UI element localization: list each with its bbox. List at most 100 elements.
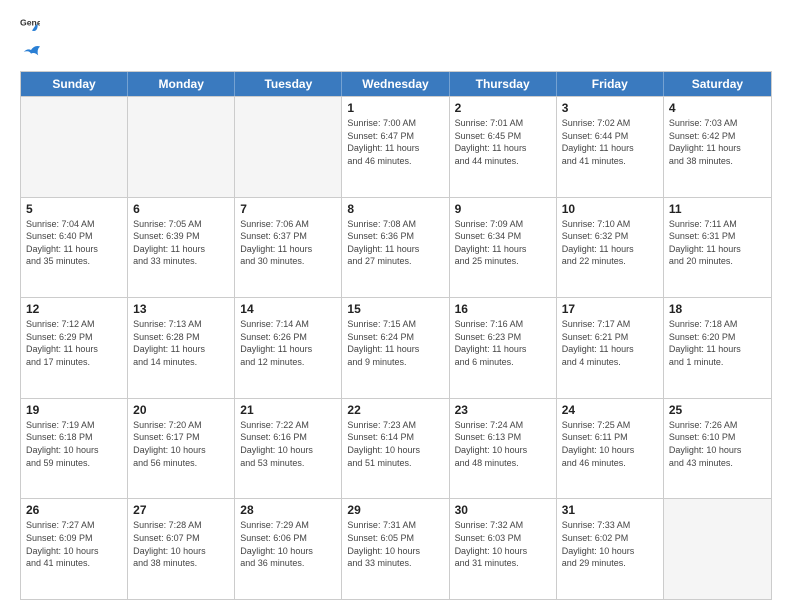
calendar-day-31: 31Sunrise: 7:33 AM Sunset: 6:02 PM Dayli… [557,499,664,599]
weekday-header-sunday: Sunday [21,72,128,96]
day-info: Sunrise: 7:02 AM Sunset: 6:44 PM Dayligh… [562,117,658,167]
weekday-header-saturday: Saturday [664,72,771,96]
weekday-header-friday: Friday [557,72,664,96]
day-number: 20 [133,403,229,417]
logo: General [20,16,40,61]
day-info: Sunrise: 7:06 AM Sunset: 6:37 PM Dayligh… [240,218,336,268]
day-info: Sunrise: 7:01 AM Sunset: 6:45 PM Dayligh… [455,117,551,167]
day-number: 9 [455,202,551,216]
day-info: Sunrise: 7:27 AM Sunset: 6:09 PM Dayligh… [26,519,122,569]
calendar-day-22: 22Sunrise: 7:23 AM Sunset: 6:14 PM Dayli… [342,399,449,499]
calendar: SundayMondayTuesdayWednesdayThursdayFrid… [20,71,772,600]
calendar-day-15: 15 Sunrise: 7:15 AM Sunset: 6:24 PM Dayli… [342,298,449,398]
calendar-week-3: 12 Sunrise: 7:12 AM Sunset: 6:29 PM Dayli… [21,297,771,398]
day-number: 8 [347,202,443,216]
weekday-header-thursday: Thursday [450,72,557,96]
day-number: 1 [347,101,443,115]
day-info: Sunrise: 7:17 AM Sunset: 6:21 PM Dayligh… [562,318,658,368]
day-number: 19 [26,403,122,417]
day-info: Sunrise: 7:22 AM Sunset: 6:16 PM Dayligh… [240,419,336,469]
calendar-empty-cell [235,97,342,197]
calendar-header: SundayMondayTuesdayWednesdayThursdayFrid… [21,72,771,96]
day-info: Sunrise: 7:05 AM Sunset: 6:39 PM Dayligh… [133,218,229,268]
calendar-day-12: 12 Sunrise: 7:12 AM Sunset: 6:29 PM Dayli… [21,298,128,398]
calendar-day-9: 9 Sunrise: 7:09 AM Sunset: 6:34 PM Daylig… [450,198,557,298]
day-info: Sunrise: 7:16 AM Sunset: 6:23 PM Dayligh… [455,318,551,368]
day-info: Sunrise: 7:23 AM Sunset: 6:14 PM Dayligh… [347,419,443,469]
calendar-empty-cell [21,97,128,197]
day-info: Sunrise: 7:24 AM Sunset: 6:13 PM Dayligh… [455,419,551,469]
day-info: Sunrise: 7:13 AM Sunset: 6:28 PM Dayligh… [133,318,229,368]
day-number: 16 [455,302,551,316]
day-number: 15 [347,302,443,316]
day-number: 11 [669,202,766,216]
calendar-week-2: 5 Sunrise: 7:04 AM Sunset: 6:40 PM Daylig… [21,197,771,298]
calendar-day-13: 13Sunrise: 7:13 AM Sunset: 6:28 PM Dayli… [128,298,235,398]
day-number: 26 [26,503,122,517]
calendar-day-29: 29 Sunrise: 7:31 AM Sunset: 6:05 PM Dayli… [342,499,449,599]
calendar-day-14: 14 Sunrise: 7:14 AM Sunset: 6:26 PM Dayli… [235,298,342,398]
calendar-week-4: 19Sunrise: 7:19 AM Sunset: 6:18 PM Dayli… [21,398,771,499]
calendar-empty-cell [664,499,771,599]
day-info: Sunrise: 7:15 AM Sunset: 6:24 PM Dayligh… [347,318,443,368]
day-info: Sunrise: 7:26 AM Sunset: 6:10 PM Dayligh… [669,419,766,469]
calendar-day-30: 30 Sunrise: 7:32 AM Sunset: 6:03 PM Dayli… [450,499,557,599]
day-number: 27 [133,503,229,517]
day-info: Sunrise: 7:03 AM Sunset: 6:42 PM Dayligh… [669,117,766,167]
day-number: 4 [669,101,766,115]
calendar-day-20: 20Sunrise: 7:20 AM Sunset: 6:17 PM Dayli… [128,399,235,499]
day-number: 3 [562,101,658,115]
day-info: Sunrise: 7:14 AM Sunset: 6:26 PM Dayligh… [240,318,336,368]
calendar-day-1: 1 Sunrise: 7:00 AM Sunset: 6:47 PM Daylig… [342,97,449,197]
calendar-day-7: 7 Sunrise: 7:06 AM Sunset: 6:37 PM Daylig… [235,198,342,298]
calendar-day-4: 4 Sunrise: 7:03 AM Sunset: 6:42 PM Daylig… [664,97,771,197]
calendar-day-25: 25 Sunrise: 7:26 AM Sunset: 6:10 PM Dayli… [664,399,771,499]
day-info: Sunrise: 7:08 AM Sunset: 6:36 PM Dayligh… [347,218,443,268]
day-info: Sunrise: 7:31 AM Sunset: 6:05 PM Dayligh… [347,519,443,569]
calendar-day-23: 23Sunrise: 7:24 AM Sunset: 6:13 PM Dayli… [450,399,557,499]
calendar-day-16: 16 Sunrise: 7:16 AM Sunset: 6:23 PM Dayli… [450,298,557,398]
day-info: Sunrise: 7:11 AM Sunset: 6:31 PM Dayligh… [669,218,766,268]
logo-icon: General [20,16,40,36]
day-number: 14 [240,302,336,316]
calendar-day-2: 2 Sunrise: 7:01 AM Sunset: 6:45 PM Daylig… [450,97,557,197]
day-number: 24 [562,403,658,417]
header: General [20,16,772,61]
day-number: 18 [669,302,766,316]
calendar-day-8: 8 Sunrise: 7:08 AM Sunset: 6:36 PM Daylig… [342,198,449,298]
calendar-day-26: 26 Sunrise: 7:27 AM Sunset: 6:09 PM Dayli… [21,499,128,599]
calendar-day-27: 27 Sunrise: 7:28 AM Sunset: 6:07 PM Dayli… [128,499,235,599]
day-info: Sunrise: 7:18 AM Sunset: 6:20 PM Dayligh… [669,318,766,368]
calendar-day-18: 18 Sunrise: 7:18 AM Sunset: 6:20 PM Dayli… [664,298,771,398]
day-info: Sunrise: 7:10 AM Sunset: 6:32 PM Dayligh… [562,218,658,268]
calendar-day-21: 21 Sunrise: 7:22 AM Sunset: 6:16 PM Dayli… [235,399,342,499]
day-info: Sunrise: 7:00 AM Sunset: 6:47 PM Dayligh… [347,117,443,167]
day-info: Sunrise: 7:09 AM Sunset: 6:34 PM Dayligh… [455,218,551,268]
calendar-empty-cell [128,97,235,197]
day-number: 30 [455,503,551,517]
day-info: Sunrise: 7:29 AM Sunset: 6:06 PM Dayligh… [240,519,336,569]
day-info: Sunrise: 7:32 AM Sunset: 6:03 PM Dayligh… [455,519,551,569]
day-number: 28 [240,503,336,517]
day-number: 6 [133,202,229,216]
day-info: Sunrise: 7:33 AM Sunset: 6:02 PM Dayligh… [562,519,658,569]
calendar-day-11: 11 Sunrise: 7:11 AM Sunset: 6:31 PM Dayli… [664,198,771,298]
calendar-day-10: 10Sunrise: 7:10 AM Sunset: 6:32 PM Dayli… [557,198,664,298]
day-number: 25 [669,403,766,417]
calendar-week-5: 26 Sunrise: 7:27 AM Sunset: 6:09 PM Dayli… [21,498,771,599]
day-info: Sunrise: 7:28 AM Sunset: 6:07 PM Dayligh… [133,519,229,569]
day-info: Sunrise: 7:12 AM Sunset: 6:29 PM Dayligh… [26,318,122,368]
day-number: 21 [240,403,336,417]
day-number: 2 [455,101,551,115]
calendar-day-17: 17 Sunrise: 7:17 AM Sunset: 6:21 PM Dayli… [557,298,664,398]
day-info: Sunrise: 7:25 AM Sunset: 6:11 PM Dayligh… [562,419,658,469]
calendar-body: 1 Sunrise: 7:00 AM Sunset: 6:47 PM Daylig… [21,96,771,599]
day-number: 7 [240,202,336,216]
day-number: 17 [562,302,658,316]
day-number: 5 [26,202,122,216]
calendar-day-24: 24 Sunrise: 7:25 AM Sunset: 6:11 PM Dayli… [557,399,664,499]
calendar-day-5: 5 Sunrise: 7:04 AM Sunset: 6:40 PM Daylig… [21,198,128,298]
day-number: 29 [347,503,443,517]
day-number: 12 [26,302,122,316]
day-info: Sunrise: 7:04 AM Sunset: 6:40 PM Dayligh… [26,218,122,268]
